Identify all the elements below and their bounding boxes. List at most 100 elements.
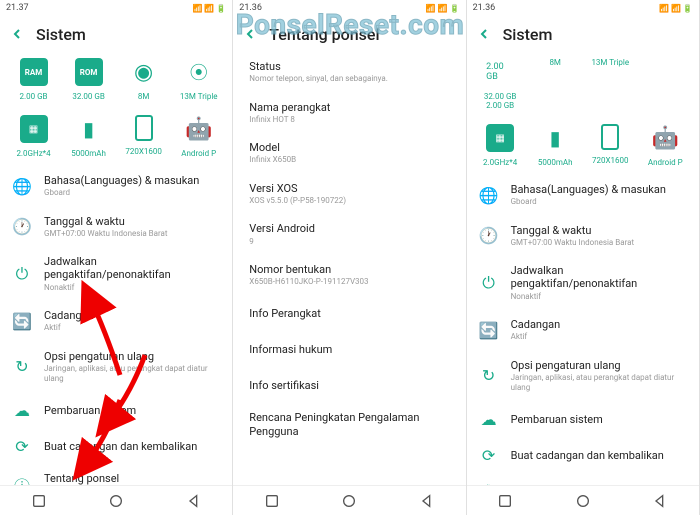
power-icon: ⏻ bbox=[12, 264, 32, 284]
item-android-version[interactable]: Versi Android9 bbox=[233, 214, 465, 255]
item-title: Tanggal & waktu bbox=[44, 215, 220, 228]
info-screen[interactable]: 720X1600 bbox=[116, 115, 171, 158]
back-icon[interactable] bbox=[475, 25, 493, 43]
info-tricam[interactable]: ⦿13M Triple bbox=[171, 58, 226, 101]
item-update[interactable]: ☁Pembaruan sistem bbox=[0, 392, 232, 428]
item-schedule[interactable]: ⏻Jadwalkan pengaktifan/penonaktifanNonak… bbox=[0, 247, 232, 301]
item-sub: GMT+07:00 Waktu Indonesia Barat bbox=[511, 238, 687, 248]
back-icon[interactable] bbox=[241, 25, 259, 43]
reset-icon: ↻ bbox=[479, 366, 499, 386]
info-label: 2.0GHz*4 bbox=[16, 149, 50, 158]
item-title: Versi XOS bbox=[249, 182, 453, 195]
ram-icon: RAM bbox=[20, 58, 48, 86]
nav-recents[interactable] bbox=[262, 491, 282, 511]
info-rom[interactable]: ROM32.00 GB bbox=[61, 58, 116, 101]
nav-back[interactable] bbox=[650, 491, 670, 511]
backup-icon: ⟳ bbox=[12, 436, 32, 456]
item-backup-restore[interactable]: ⟳Buat cadangan dan kembalikan bbox=[0, 428, 232, 464]
refresh-icon: 🔄 bbox=[479, 320, 499, 340]
back-icon[interactable] bbox=[8, 25, 26, 43]
item-model[interactable]: ModelInfinix X650B bbox=[233, 133, 465, 174]
item-schedule[interactable]: ⏻Jadwalkan pengaktifan/penonaktifanNonak… bbox=[467, 256, 699, 310]
info-ram[interactable]: RAM2.00 GB bbox=[6, 58, 61, 101]
android-icon: 🤖 bbox=[185, 115, 213, 143]
info-android[interactable]: 🤖Android P bbox=[171, 115, 226, 158]
item-datetime[interactable]: 🕐Tanggal & waktuGMT+07:00 Waktu Indonesi… bbox=[467, 216, 699, 257]
item-about-phone[interactable]: ⓘTentang ponselInfinix X650B bbox=[0, 464, 232, 485]
info-cpu[interactable]: ▦2.0GHz*4 bbox=[473, 124, 528, 167]
item-backup-restore[interactable]: ⟳Buat cadangan dan kembalikan bbox=[467, 437, 699, 473]
item-sub: Jaringan, aplikasi, atau perangkat dapat… bbox=[44, 364, 220, 385]
info-battery[interactable]: ▮5000mAh bbox=[528, 124, 583, 167]
nav-back[interactable] bbox=[184, 491, 204, 511]
item-ux-plan[interactable]: Rencana Peningkatan Pengalaman Pengguna bbox=[233, 403, 465, 445]
page-title: Sistem bbox=[503, 25, 553, 44]
item-reset[interactable]: ↻Opsi pengaturan ulangJaringan, aplikasi… bbox=[467, 351, 699, 402]
item-device-name[interactable]: Nama perangkatInfinix HOT 8 bbox=[233, 93, 465, 134]
item-title: Rencana Peningkatan Pengalaman Pengguna bbox=[249, 411, 453, 437]
info-cam[interactable]: 13M Triple bbox=[583, 58, 638, 101]
nav-recents[interactable] bbox=[495, 491, 515, 511]
item-sub: 9 bbox=[249, 237, 453, 247]
item-status[interactable]: StatusNomor telepon, sinyal, dan sebagai… bbox=[233, 52, 465, 93]
dev-icon: {} bbox=[479, 481, 499, 485]
item-backup[interactable]: 🔄CadanganAktif bbox=[467, 310, 699, 351]
page-title: Tentang ponsel bbox=[269, 25, 379, 44]
item-datetime[interactable]: 🕐Tanggal & waktuGMT+07:00 Waktu Indonesi… bbox=[0, 207, 232, 248]
item-certification[interactable]: Info sertifikasi bbox=[233, 367, 465, 403]
item-device-info[interactable]: Info Perangkat bbox=[233, 295, 465, 331]
nav-recents[interactable] bbox=[29, 491, 49, 511]
item-reset[interactable]: ↻Opsi pengaturan ulangJaringan, aplikasi… bbox=[0, 342, 232, 393]
item-title: Opsi pengaturan ulang bbox=[511, 359, 687, 372]
navbar bbox=[467, 485, 699, 515]
item-update[interactable]: ☁ Pembaruan sistem bbox=[467, 401, 699, 437]
status-icons: 📶 📶 🔋 bbox=[192, 4, 226, 13]
info-label: 8M bbox=[549, 58, 560, 67]
item-build-number[interactable]: Nomor bentukanX650B-H6110JKO-P-191127V30… bbox=[233, 255, 465, 296]
info-row-2: ▦2.0GHz*4 ▮5000mAh 720X1600 🤖Android P bbox=[467, 118, 699, 175]
nav-back[interactable] bbox=[417, 491, 437, 511]
item-legal[interactable]: Informasi hukum bbox=[233, 331, 465, 367]
item-language[interactable]: 🌐Bahasa(Languages) & masukanGboard bbox=[0, 166, 232, 207]
screen-icon bbox=[135, 115, 153, 141]
battery-icon: ▮ bbox=[541, 124, 569, 152]
info-label: 720X1600 bbox=[125, 147, 162, 156]
item-language[interactable]: 🌐Bahasa(Languages) & masukanGboard bbox=[467, 175, 699, 216]
item-sub: Infinix X650B bbox=[249, 155, 453, 165]
info-ram[interactable]: 2.00 GB32.00 GB bbox=[473, 58, 528, 101]
item-sub: Nomor telepon, sinyal, dan sebagainya. bbox=[249, 74, 453, 84]
item-title: Opsi pengaturan ulang bbox=[44, 350, 220, 363]
info-screen[interactable]: 720X1600 bbox=[583, 124, 638, 167]
nav-home[interactable] bbox=[339, 491, 359, 511]
nav-home[interactable] bbox=[106, 491, 126, 511]
navbar bbox=[0, 485, 232, 515]
info-cam[interactable]: ◉8M bbox=[116, 58, 171, 101]
info-row-2: ▦2.0GHz*4 ▮5000mAh 720X1600 🤖Android P bbox=[0, 109, 232, 166]
globe-icon: 🌐 bbox=[12, 176, 32, 196]
item-sub: XOS v5.5.0 (P-P58-190722) bbox=[249, 196, 453, 206]
info-cpu[interactable]: ▦2.0GHz*4 bbox=[6, 115, 61, 158]
screen-icon bbox=[601, 124, 619, 150]
item-title: Bahasa(Languages) & masukan bbox=[44, 174, 220, 187]
info-label: 5000mAh bbox=[71, 149, 106, 158]
info-battery[interactable]: ▮5000mAh bbox=[61, 115, 116, 158]
item-sub: Gboard bbox=[511, 197, 687, 207]
item-title: Pembaruan sistem bbox=[511, 413, 687, 426]
info-tri[interactable] bbox=[638, 58, 693, 101]
item-title: Nomor bentukan bbox=[249, 263, 453, 276]
clock-icon: 🕐 bbox=[12, 217, 32, 237]
info-label: 8M bbox=[138, 92, 149, 101]
item-developer-options[interactable]: {}Opsi pengembang bbox=[467, 473, 699, 485]
item-xos-version[interactable]: Versi XOSXOS v5.5.0 (P-P58-190722) bbox=[233, 174, 465, 215]
nav-home[interactable] bbox=[573, 491, 593, 511]
info-row-1: RAM2.00 GB ROM32.00 GB ◉8M ⦿13M Triple bbox=[0, 52, 232, 109]
navbar bbox=[233, 485, 465, 515]
cloud-icon: ☁ bbox=[479, 409, 499, 429]
info-label: 2.00 GB bbox=[486, 101, 514, 110]
info-android[interactable]: 🤖Android P bbox=[638, 124, 693, 167]
settings-list: 🌐Bahasa(Languages) & masukanGboard 🕐Tang… bbox=[0, 166, 232, 485]
power-icon: ⏻ bbox=[479, 273, 499, 293]
item-backup[interactable]: 🔄CadanganAktif bbox=[0, 301, 232, 342]
statusbar: 21.36 📶 📶 🔋 bbox=[233, 0, 465, 16]
info-rom[interactable]: 8M bbox=[528, 58, 583, 101]
